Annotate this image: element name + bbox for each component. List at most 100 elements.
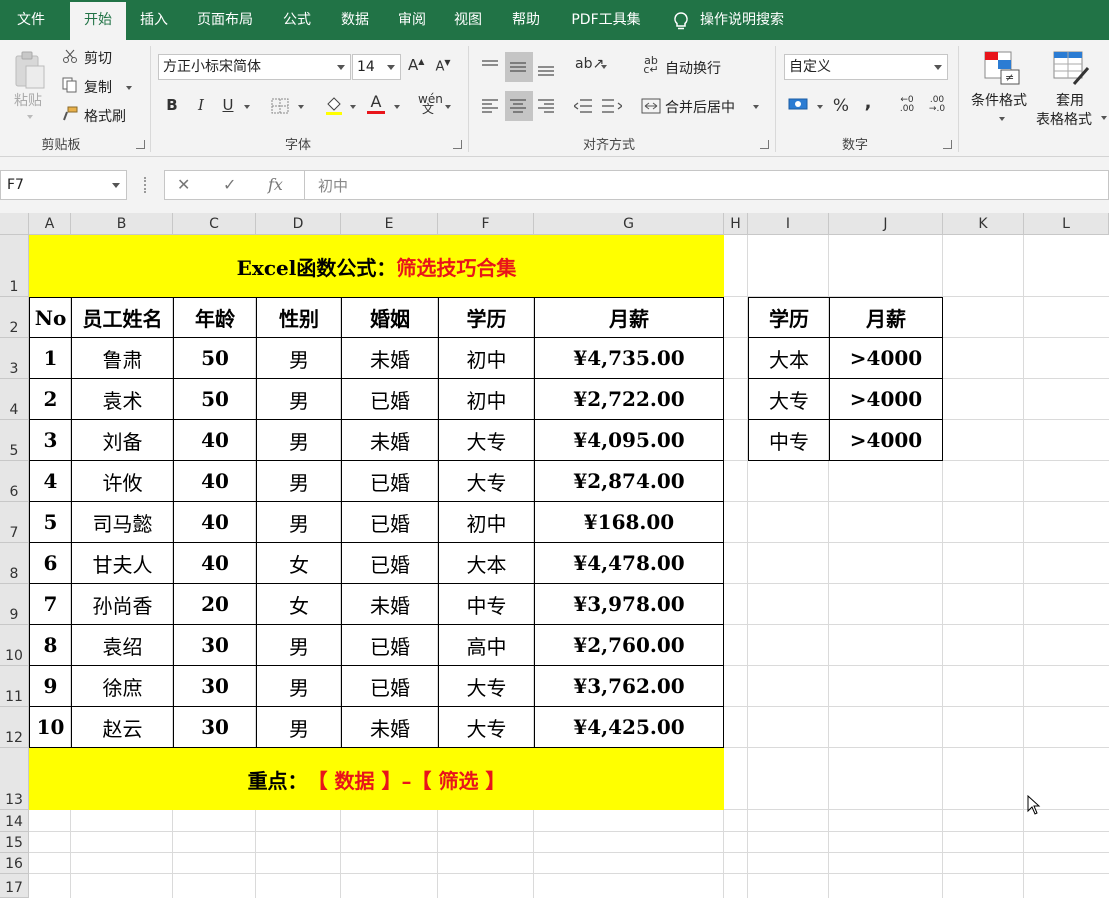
table-cell[interactable]: 40 xyxy=(173,502,256,543)
table-cell[interactable]: 40 xyxy=(173,461,256,502)
table-cell[interactable]: 男 xyxy=(256,707,341,748)
column-header-j[interactable]: J xyxy=(829,213,943,235)
criteria-cell[interactable]: >4000 xyxy=(829,338,943,379)
table-cell[interactable]: 男 xyxy=(256,420,341,461)
worksheet-grid[interactable]: ABCDEFGHIJKL 1 2 3 4 5 6 7 8 9 10 11 12 13 14 15 16 17 E… xyxy=(0,213,1109,898)
clipboard-launcher-icon[interactable] xyxy=(136,140,145,149)
table-cell[interactable]: 已婚 xyxy=(341,625,438,666)
format-as-table-label-1[interactable]: 套用 xyxy=(1056,90,1084,110)
column-header-g[interactable]: G xyxy=(534,213,724,235)
insert-function-icon[interactable]: fx xyxy=(268,175,283,194)
indent-icons[interactable] xyxy=(574,98,622,116)
criteria-cell[interactable]: 大专 xyxy=(748,379,829,420)
horizontal-align-icons[interactable] xyxy=(482,98,562,116)
menu-data[interactable]: 数据 xyxy=(330,0,380,40)
format-as-table-dropdown-icon[interactable] xyxy=(1101,116,1107,120)
select-all-corner[interactable] xyxy=(0,213,29,235)
table-cell[interactable]: 赵云 xyxy=(71,707,173,748)
table-cell[interactable]: ¥2,874.00 xyxy=(534,461,724,502)
format-as-table-label-2[interactable]: 表格格式 xyxy=(1036,109,1092,129)
row-header-7[interactable]: 7 xyxy=(0,502,29,543)
table-cell[interactable]: 初中 xyxy=(438,502,534,543)
table-cell[interactable]: 已婚 xyxy=(341,379,438,420)
cancel-icon[interactable]: ✕ xyxy=(177,175,190,194)
column-header-c[interactable]: C xyxy=(173,213,256,235)
row-header-11[interactable]: 11 xyxy=(0,666,29,707)
table-cell[interactable]: ¥2,760.00 xyxy=(534,625,724,666)
menu-formulas[interactable]: 公式 xyxy=(272,0,322,40)
table-cell[interactable]: 未婚 xyxy=(341,707,438,748)
italic-button[interactable]: I xyxy=(193,96,209,114)
criteria-cell[interactable]: >4000 xyxy=(829,379,943,420)
column-header-b[interactable]: B xyxy=(71,213,173,235)
menu-pdf-tools[interactable]: PDF工具集 xyxy=(560,0,652,40)
orientation-dropdown-icon[interactable] xyxy=(601,65,607,69)
table-cell[interactable]: 已婚 xyxy=(341,502,438,543)
merge-center-button[interactable]: 合并后居中 xyxy=(665,97,735,117)
column-header-e[interactable]: E xyxy=(341,213,438,235)
font-color-dropdown-icon[interactable] xyxy=(394,105,400,109)
phonetic-guide-icon[interactable]: wén 文 xyxy=(418,93,443,115)
menu-help[interactable]: 帮助 xyxy=(500,0,552,40)
row-header-2[interactable]: 2 xyxy=(0,297,29,338)
number-launcher-icon[interactable] xyxy=(943,140,952,149)
bold-button[interactable]: B xyxy=(164,96,180,114)
vertical-align-icons[interactable] xyxy=(482,58,562,76)
accounting-format-icon[interactable] xyxy=(788,96,810,114)
table-cell[interactable]: 刘备 xyxy=(71,420,173,461)
table-cell[interactable]: 40 xyxy=(173,543,256,584)
merge-center-icon[interactable] xyxy=(641,98,661,114)
table-cell[interactable]: 30 xyxy=(173,707,256,748)
criteria-header-cell[interactable]: 学历 xyxy=(748,297,829,338)
table-cell[interactable]: 大专 xyxy=(438,420,534,461)
table-cell[interactable]: 2 xyxy=(29,379,71,420)
alignment-launcher-icon[interactable] xyxy=(760,140,769,149)
table-cell[interactable]: 8 xyxy=(29,625,71,666)
table-cell[interactable]: 大专 xyxy=(438,461,534,502)
copy-dropdown-icon[interactable] xyxy=(126,86,132,90)
decrease-decimal-icon[interactable]: .00 →.0 xyxy=(926,96,948,114)
table-cell[interactable]: 40 xyxy=(173,420,256,461)
number-format-select[interactable]: 自定义 xyxy=(784,54,948,80)
table-cell[interactable]: 5 xyxy=(29,502,71,543)
font-size-select[interactable]: 14 xyxy=(352,54,401,80)
underline-button[interactable]: U xyxy=(220,96,236,114)
tell-me-search[interactable]: 操作说明搜索 xyxy=(700,0,800,40)
formula-bar-grip-icon[interactable] xyxy=(144,177,147,193)
table-cell[interactable]: 甘夫人 xyxy=(71,543,173,584)
column-header-f[interactable]: F xyxy=(438,213,534,235)
row-header-8[interactable]: 8 xyxy=(0,543,29,584)
table-cell[interactable]: 20 xyxy=(173,584,256,625)
decrease-font-icon[interactable]: A▼ xyxy=(435,58,451,74)
wrap-text-icon[interactable]: ab c↵ xyxy=(642,55,660,75)
table-cell[interactable]: 许攸 xyxy=(71,461,173,502)
table-cell[interactable]: 10 xyxy=(29,707,71,748)
row-header-16[interactable]: 16 xyxy=(0,853,29,874)
paste-icon[interactable] xyxy=(12,50,48,92)
column-header-a[interactable]: A xyxy=(29,213,71,235)
table-cell[interactable]: ¥2,722.00 xyxy=(534,379,724,420)
cut-button[interactable]: 剪切 xyxy=(84,48,112,68)
formula-content[interactable]: 初中 xyxy=(318,175,348,196)
row-header-15[interactable]: 15 xyxy=(0,832,29,853)
criteria-cell[interactable]: 中专 xyxy=(748,420,829,461)
table-cell[interactable]: ¥4,478.00 xyxy=(534,543,724,584)
format-painter-icon[interactable] xyxy=(62,106,78,122)
table-cell[interactable]: 孙尚香 xyxy=(71,584,173,625)
column-header-l[interactable]: L xyxy=(1024,213,1109,235)
row-header-10[interactable]: 10 xyxy=(0,625,29,666)
table-cell[interactable]: 未婚 xyxy=(341,420,438,461)
criteria-cell[interactable]: >4000 xyxy=(829,420,943,461)
table-cell[interactable]: 男 xyxy=(256,502,341,543)
row-header-5[interactable]: 5 xyxy=(0,420,29,461)
table-cell[interactable]: 30 xyxy=(173,625,256,666)
increase-decimal-icon[interactable]: ←0.00 xyxy=(896,96,918,114)
copy-button[interactable]: 复制 xyxy=(84,77,112,97)
paste-dropdown-icon[interactable] xyxy=(27,115,33,119)
phonetic-dropdown-icon[interactable] xyxy=(445,105,451,109)
fill-color-icon[interactable] xyxy=(324,95,344,115)
row-header-14[interactable]: 14 xyxy=(0,810,29,832)
table-cell[interactable]: 大本 xyxy=(438,543,534,584)
table-cell[interactable]: 徐庶 xyxy=(71,666,173,707)
menu-insert[interactable]: 插入 xyxy=(130,0,178,40)
